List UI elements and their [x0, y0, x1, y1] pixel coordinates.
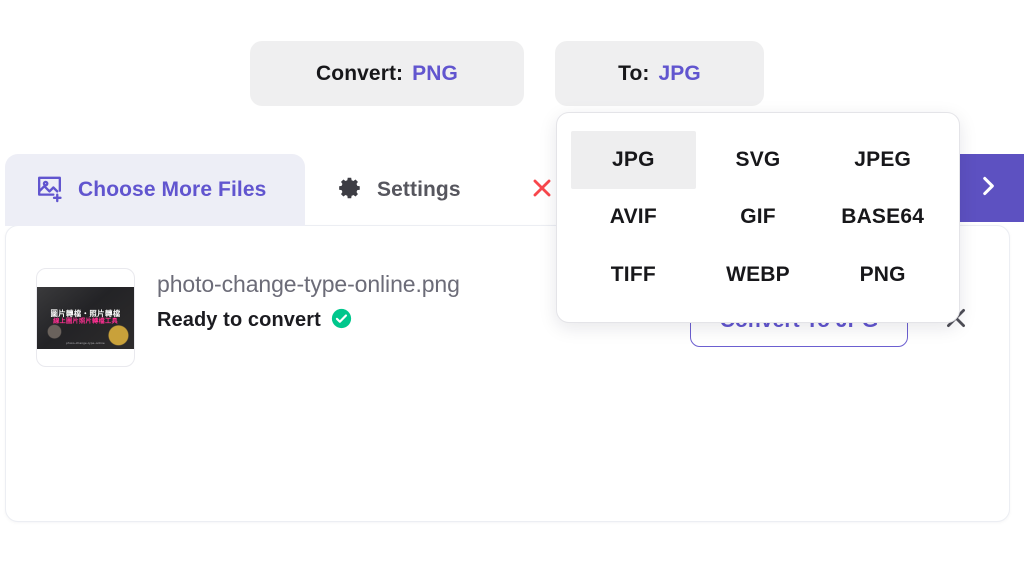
gear-icon: [337, 175, 363, 206]
convert-to-label: To:: [618, 61, 650, 85]
file-meta: photo-change-type-online.png Ready to co…: [157, 270, 460, 334]
format-option-jpg[interactable]: JPG: [571, 131, 696, 189]
tab-settings-label: Settings: [377, 178, 461, 201]
thumbnail-subtitle: 線上圖片照片轉檔工具: [53, 318, 118, 326]
convert-to-pill[interactable]: To: JPG: [555, 41, 764, 106]
convert-from-pill[interactable]: Convert: PNG: [250, 41, 524, 106]
format-option-base64[interactable]: BASE64: [820, 189, 945, 247]
format-option-gif[interactable]: GIF: [696, 189, 821, 247]
close-icon: [529, 175, 555, 206]
format-dropdown[interactable]: JPG SVG JPEG AVIF GIF BASE64 TIFF WEBP P…: [556, 112, 960, 323]
file-status-row: Ready to convert: [157, 308, 460, 334]
file-thumbnail: 圖片轉檔・照片轉檔 線上圖片照片轉檔工具 photo-change-type-o…: [36, 268, 135, 367]
tab-choose-more-files-label: Choose More Files: [78, 178, 267, 201]
check-circle-icon: [331, 308, 352, 334]
chevron-right-icon: [975, 173, 1001, 204]
format-option-avif[interactable]: AVIF: [571, 189, 696, 247]
format-option-tiff[interactable]: TIFF: [571, 246, 696, 304]
thumbnail-caption: photo-change-type-online: [66, 340, 105, 345]
convert-from-label: Convert:: [316, 61, 404, 85]
tab-settings[interactable]: Settings: [337, 154, 461, 226]
app-root: Convert: PNG To: JPG Choose More Files S…: [0, 0, 1024, 572]
add-image-icon: [34, 172, 65, 208]
format-option-png[interactable]: PNG: [820, 246, 945, 304]
format-option-jpeg[interactable]: JPEG: [820, 131, 945, 189]
format-option-svg[interactable]: SVG: [696, 131, 821, 189]
file-status-text: Ready to convert: [157, 309, 321, 332]
file-name: photo-change-type-online.png: [157, 271, 460, 297]
thumbnail-image: 圖片轉檔・照片轉檔 線上圖片照片轉檔工具 photo-change-type-o…: [37, 286, 134, 349]
convert-from-value: PNG: [412, 61, 458, 85]
tab-choose-more-files[interactable]: Choose More Files: [5, 154, 305, 226]
thumbnail-title: 圖片轉檔・照片轉檔: [50, 308, 121, 318]
convert-to-value: JPG: [658, 61, 701, 85]
format-option-webp[interactable]: WEBP: [696, 246, 821, 304]
